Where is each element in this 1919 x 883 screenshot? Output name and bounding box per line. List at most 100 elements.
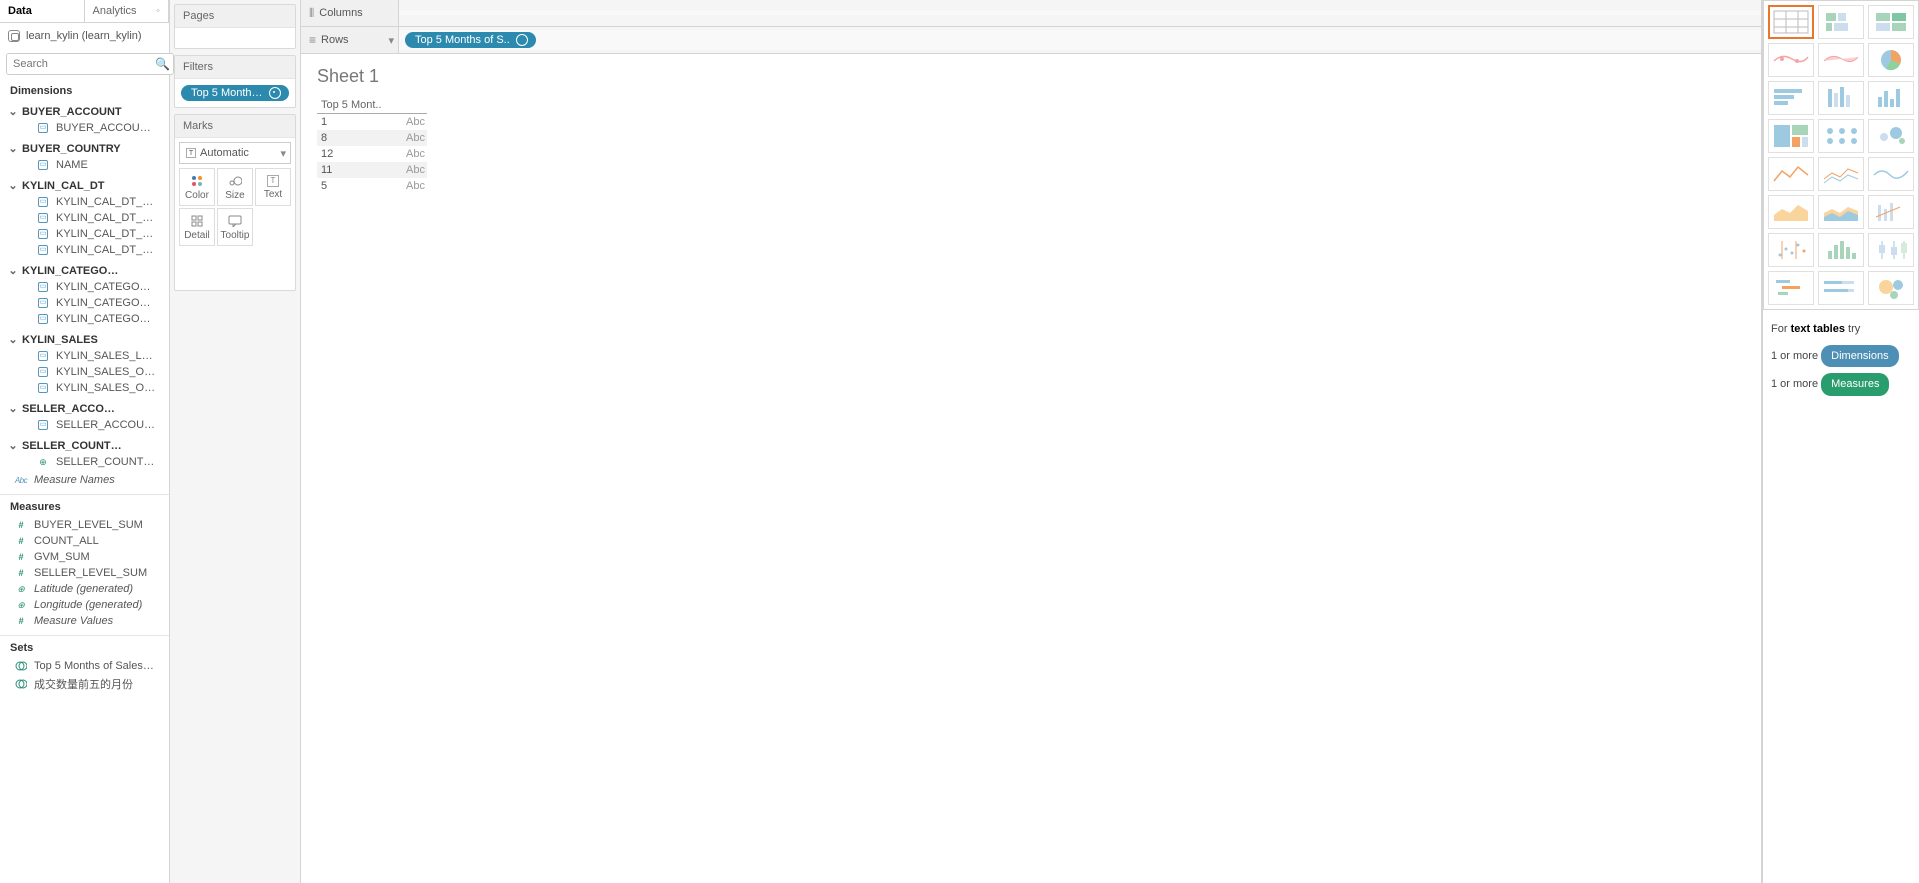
showme-chart-type[interactable] xyxy=(1768,43,1814,77)
table-header[interactable]: Top 5 Mont.. xyxy=(317,97,387,114)
table-row[interactable]: 11Abc xyxy=(317,162,427,178)
dimension-group[interactable]: ⌄BUYER_COUNTRY xyxy=(8,140,169,157)
table-row[interactable]: 5Abc xyxy=(317,178,427,194)
showme-chart-type[interactable] xyxy=(1868,5,1914,39)
show-me-grid xyxy=(1768,5,1914,305)
result-table: Top 5 Mont.. 1Abc8Abc12Abc11Abc5Abc xyxy=(317,97,427,194)
field-icon: ▭ xyxy=(36,212,50,224)
measure-field[interactable]: #SELLER_LEVEL_SUM xyxy=(0,565,169,581)
showme-chart-type[interactable] xyxy=(1818,195,1864,229)
showme-chart-type[interactable] xyxy=(1768,271,1814,305)
showme-chart-type[interactable] xyxy=(1818,5,1864,39)
measures-header: Measures xyxy=(0,495,169,517)
dimension-field[interactable]: ▭BUYER_ACCOUNT_AC... xyxy=(8,120,169,136)
dimension-field[interactable]: ▭KYLIN_SALES_OPS_R... xyxy=(8,364,169,380)
pages-card-body[interactable] xyxy=(175,28,295,48)
measure-field[interactable]: ⊕Latitude (generated) xyxy=(0,581,169,597)
showme-chart-type[interactable] xyxy=(1768,119,1814,153)
measure-field[interactable]: #BUYER_LEVEL_SUM xyxy=(0,517,169,533)
filter-pill[interactable]: Top 5 Months of ... xyxy=(181,85,289,101)
showme-chart-type[interactable] xyxy=(1818,271,1864,305)
dimension-group[interactable]: ⌄KYLIN_CAL_DT xyxy=(8,177,169,194)
measures-badge: Measures xyxy=(1821,373,1889,396)
automatic-icon: T xyxy=(186,148,196,158)
measure-field[interactable]: #COUNT_ALL xyxy=(0,533,169,549)
table-row[interactable]: 1Abc xyxy=(317,114,427,131)
mark-type-dropdown[interactable]: T Automatic ▾ xyxy=(179,142,291,164)
rows-shelf[interactable]: ≡ Rows ▾ Top 5 Months of S.. xyxy=(301,27,1761,54)
sheet-title[interactable]: Sheet 1 xyxy=(317,66,1745,87)
marks-color-button[interactable]: Color xyxy=(179,168,215,206)
dimension-group[interactable]: ⌄KYLIN_CATEGORY_GROUPI... xyxy=(8,262,169,279)
showme-chart-type[interactable] xyxy=(1868,195,1914,229)
dimension-group[interactable]: ⌄SELLER_COUNTRY xyxy=(8,437,169,454)
marks-size-button[interactable]: Size xyxy=(217,168,253,206)
dimension-field[interactable]: ▭KYLIN_CAL_DT_DAY_... xyxy=(8,194,169,210)
dimension-field[interactable]: ▭KYLIN_CAL_DT_YEAR_... xyxy=(8,242,169,258)
tooltip-icon xyxy=(228,214,242,228)
showme-chart-type[interactable] xyxy=(1868,157,1914,191)
measure-field[interactable]: ⊕Longitude (generated) xyxy=(0,597,169,613)
tab-data[interactable]: Data xyxy=(0,0,85,22)
sheet-canvas[interactable]: Sheet 1 Top 5 Mont.. 1Abc8Abc12Abc11Abc5… xyxy=(301,54,1761,883)
showme-chart-type[interactable] xyxy=(1818,43,1864,77)
search-input[interactable] xyxy=(6,53,174,75)
field-icon: ▭ xyxy=(36,366,50,378)
dimension-group[interactable]: ⌄KYLIN_SALES xyxy=(8,331,169,348)
marks-text-button[interactable]: T Text xyxy=(255,168,291,206)
marks-detail-button[interactable]: Detail xyxy=(179,208,215,246)
dimension-field[interactable]: ▭SELLER_ACCOUNT_A... xyxy=(8,417,169,433)
measure-field[interactable]: #GVM_SUM xyxy=(0,549,169,565)
rows-shelf-content[interactable]: Top 5 Months of S.. xyxy=(399,30,1761,50)
globe-icon: ⊕ xyxy=(14,599,28,611)
showme-chart-type[interactable] xyxy=(1768,195,1814,229)
showme-chart-type[interactable] xyxy=(1768,81,1814,115)
dimension-field[interactable]: ⊕SELLER_COUNTRY_N... xyxy=(8,454,169,470)
datasource-item[interactable]: learn_kylin (learn_kylin) xyxy=(0,23,169,49)
dimension-field[interactable]: ▭KYLIN_CAL_DT_MONT... xyxy=(8,210,169,226)
dimension-field[interactable]: ▭KYLIN_SALES_LSTG_F... xyxy=(8,348,169,364)
table-row[interactable]: 8Abc xyxy=(317,130,427,146)
dimension-field[interactable]: ▭KYLIN_CATEGORY_GR... xyxy=(8,311,169,327)
showme-chart-type[interactable] xyxy=(1868,81,1914,115)
pages-card-header: Pages xyxy=(175,5,295,28)
rows-pill[interactable]: Top 5 Months of S.. xyxy=(405,32,536,48)
dimension-field[interactable]: ▭KYLIN_CATEGORY_GR... xyxy=(8,279,169,295)
showme-chart-type[interactable] xyxy=(1768,157,1814,191)
field-icon: ▭ xyxy=(36,313,50,325)
dimension-field[interactable]: ▭KYLIN_CAL_DT_QTR_... xyxy=(8,226,169,242)
measure-field[interactable]: #Measure Values xyxy=(0,613,169,629)
hash-icon: # xyxy=(14,551,28,563)
filters-card-body[interactable]: Top 5 Months of ... xyxy=(175,79,295,107)
showme-chart-type[interactable] xyxy=(1768,5,1814,39)
dimension-field[interactable]: ▭NAME xyxy=(8,157,169,173)
showme-chart-type[interactable] xyxy=(1768,233,1814,267)
field-icon: ⊕ xyxy=(36,456,50,468)
worksheet-area: ⦀ Columns ≡ Rows ▾ Top 5 Months of S.. S… xyxy=(301,0,1762,883)
text-icon: T xyxy=(267,175,279,187)
showme-chart-type[interactable] xyxy=(1868,233,1914,267)
measure-names-field[interactable]: AbcMeasure Names xyxy=(0,472,169,488)
marks-drop-area[interactable] xyxy=(179,246,291,286)
set-field[interactable]: 成交数量前五的月份 xyxy=(0,674,169,694)
chevron-down-icon[interactable]: ▾ xyxy=(388,34,394,47)
dimension-group[interactable]: ⌄BUYER_ACCOUNT xyxy=(8,103,169,120)
showme-chart-type[interactable] xyxy=(1818,157,1864,191)
columns-shelf[interactable]: ⦀ Columns xyxy=(301,0,1761,27)
showme-chart-type[interactable] xyxy=(1868,271,1914,305)
dimension-group[interactable]: ⌄SELLER_ACCOUNT xyxy=(8,400,169,417)
field-icon: ▭ xyxy=(36,297,50,309)
set-field[interactable]: Top 5 Months of Sales Co... xyxy=(0,658,169,674)
marks-card-header: Marks xyxy=(175,115,295,138)
showme-chart-type[interactable] xyxy=(1818,233,1864,267)
marks-tooltip-button[interactable]: Tooltip xyxy=(217,208,253,246)
tab-analytics[interactable]: Analytics◦ xyxy=(85,0,170,22)
dimension-field[interactable]: ▭KYLIN_SALES_OPS_U... xyxy=(8,380,169,396)
showme-chart-type[interactable] xyxy=(1868,119,1914,153)
columns-shelf-content[interactable] xyxy=(399,11,1761,15)
table-row[interactable]: 12Abc xyxy=(317,146,427,162)
showme-chart-type[interactable] xyxy=(1818,81,1864,115)
showme-chart-type[interactable] xyxy=(1818,119,1864,153)
showme-chart-type[interactable] xyxy=(1868,43,1914,77)
dimension-field[interactable]: ▭KYLIN_CATEGORY_GR... xyxy=(8,295,169,311)
